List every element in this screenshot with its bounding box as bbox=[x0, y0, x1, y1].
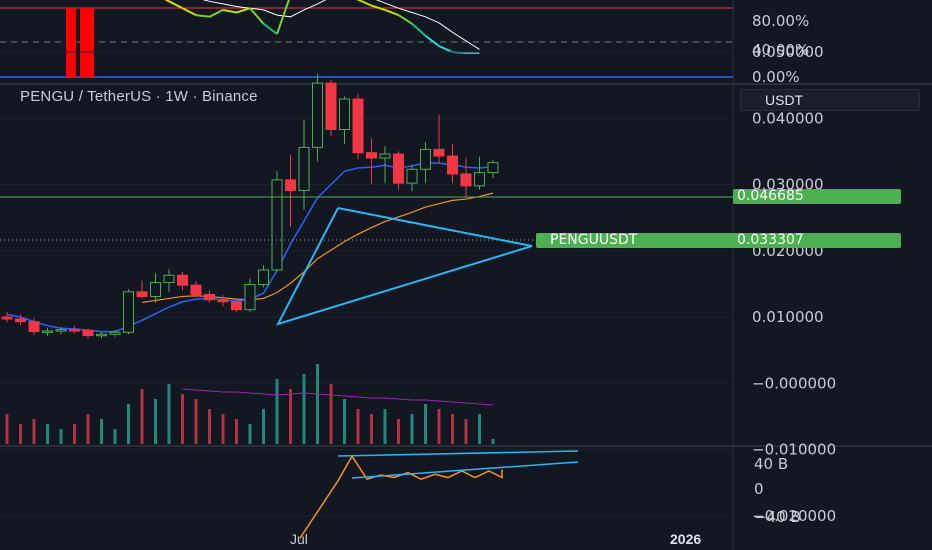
volume-bar bbox=[235, 419, 238, 444]
rsi-tick-80: 80.00% bbox=[752, 12, 809, 30]
volume-bar bbox=[5, 414, 9, 444]
volume-bar bbox=[194, 399, 198, 444]
volume-bar bbox=[19, 424, 22, 444]
volume-bar bbox=[491, 439, 495, 444]
symbol-price-label: PENGUUSDT bbox=[536, 233, 738, 248]
candle-body bbox=[190, 284, 202, 295]
lower-tick-0: 0 bbox=[754, 480, 764, 498]
volume-bar bbox=[437, 409, 441, 444]
lower-tick-40b: 40 B bbox=[754, 455, 788, 473]
candle-body bbox=[82, 329, 94, 337]
volume-bar bbox=[181, 394, 184, 444]
candle-body bbox=[217, 299, 229, 303]
rsi-signal-bar-2 bbox=[80, 8, 94, 77]
candle-body bbox=[285, 179, 296, 191]
candle-body bbox=[298, 146, 310, 191]
candle bbox=[325, 79, 337, 137]
candle-body bbox=[244, 284, 256, 311]
volume-bar bbox=[73, 424, 76, 444]
volume-bar bbox=[289, 389, 292, 444]
volume-bar bbox=[248, 424, 252, 444]
volume-bar bbox=[410, 414, 414, 444]
volume-bar bbox=[478, 414, 481, 444]
price-tick-label: 0.040000 bbox=[752, 109, 824, 127]
candle-body bbox=[460, 173, 472, 187]
candle-body bbox=[177, 274, 188, 286]
candle-body bbox=[433, 148, 445, 157]
candle-body bbox=[123, 291, 134, 333]
candle-body bbox=[96, 333, 107, 337]
volume-bar bbox=[127, 404, 130, 444]
volume-bar bbox=[59, 429, 63, 444]
candle-body bbox=[28, 321, 40, 333]
candle-body bbox=[231, 301, 242, 311]
candle-body bbox=[312, 82, 323, 148]
candle bbox=[271, 171, 283, 272]
candle-body bbox=[258, 269, 269, 286]
candle-body bbox=[487, 162, 499, 174]
candle bbox=[123, 289, 134, 335]
volume-bar bbox=[424, 404, 427, 444]
volume-bar bbox=[140, 389, 144, 444]
price-tick-label: −0.000000 bbox=[752, 374, 836, 392]
volume-bar bbox=[397, 419, 400, 444]
candle-body bbox=[271, 179, 283, 271]
volume-bar bbox=[113, 429, 117, 444]
candle-body bbox=[150, 282, 161, 297]
candle-body bbox=[447, 155, 458, 175]
symbol-title[interactable]: PENGU / TetherUS · 1W · Binance bbox=[20, 88, 258, 105]
volume-bar bbox=[356, 409, 360, 444]
volume-bar bbox=[262, 409, 265, 444]
last-price-tag: 0.033307 bbox=[733, 233, 901, 248]
candle-body bbox=[204, 293, 215, 301]
volume-bar bbox=[32, 419, 36, 444]
rsi-tick-0: 0.00% bbox=[752, 68, 800, 86]
volume-bar bbox=[451, 414, 454, 444]
rsi-tick-40: 40.00% bbox=[752, 41, 809, 59]
volume-bar bbox=[46, 424, 49, 444]
chart-canvas[interactable]: 0.0700000.0600000.0500000.0400000.030000… bbox=[0, 0, 932, 550]
candle-body bbox=[1, 316, 13, 320]
volume-bar bbox=[370, 414, 373, 444]
lower-tick-neg40b: −40 B bbox=[754, 508, 801, 526]
volume-bar bbox=[100, 419, 103, 444]
candle bbox=[352, 94, 364, 160]
currency-selector[interactable]: USDT bbox=[740, 89, 920, 111]
candle-body bbox=[474, 172, 485, 187]
price-tick-label: 0.010000 bbox=[752, 308, 824, 326]
volume-bar bbox=[275, 379, 279, 444]
candle-body bbox=[136, 291, 148, 297]
volume-bar bbox=[464, 419, 468, 444]
candle-body bbox=[55, 329, 67, 332]
candle-body bbox=[69, 329, 80, 332]
candle-body bbox=[42, 330, 53, 333]
volume-bar bbox=[208, 409, 211, 444]
rsi-signal-bar-1 bbox=[66, 8, 76, 77]
candle-body bbox=[325, 82, 337, 131]
volume-bar bbox=[167, 384, 171, 444]
resistance-price-tag: 0.046685 bbox=[733, 189, 901, 204]
candle-body bbox=[109, 331, 121, 335]
candle-body bbox=[163, 274, 175, 284]
candle-body bbox=[393, 153, 404, 184]
volume-bar bbox=[221, 414, 225, 444]
candle-body bbox=[420, 148, 431, 170]
candle-body bbox=[352, 98, 364, 154]
candle-body bbox=[15, 318, 26, 323]
candle-body bbox=[366, 152, 377, 159]
chart-window: 0.0700000.0600000.0500000.0400000.030000… bbox=[0, 0, 932, 550]
candle-body bbox=[379, 153, 391, 159]
volume-bar bbox=[329, 384, 333, 444]
candle-body bbox=[406, 168, 418, 184]
volume-bar bbox=[86, 414, 90, 444]
time-label-2026: 2026 bbox=[670, 531, 702, 547]
candle-body bbox=[339, 98, 350, 131]
volume-bar bbox=[343, 399, 346, 444]
volume-bar bbox=[383, 409, 387, 444]
volume-bar bbox=[316, 364, 319, 444]
time-label-jul: Jul bbox=[290, 531, 308, 547]
volume-bar bbox=[302, 374, 306, 444]
volume-bar bbox=[154, 399, 157, 444]
